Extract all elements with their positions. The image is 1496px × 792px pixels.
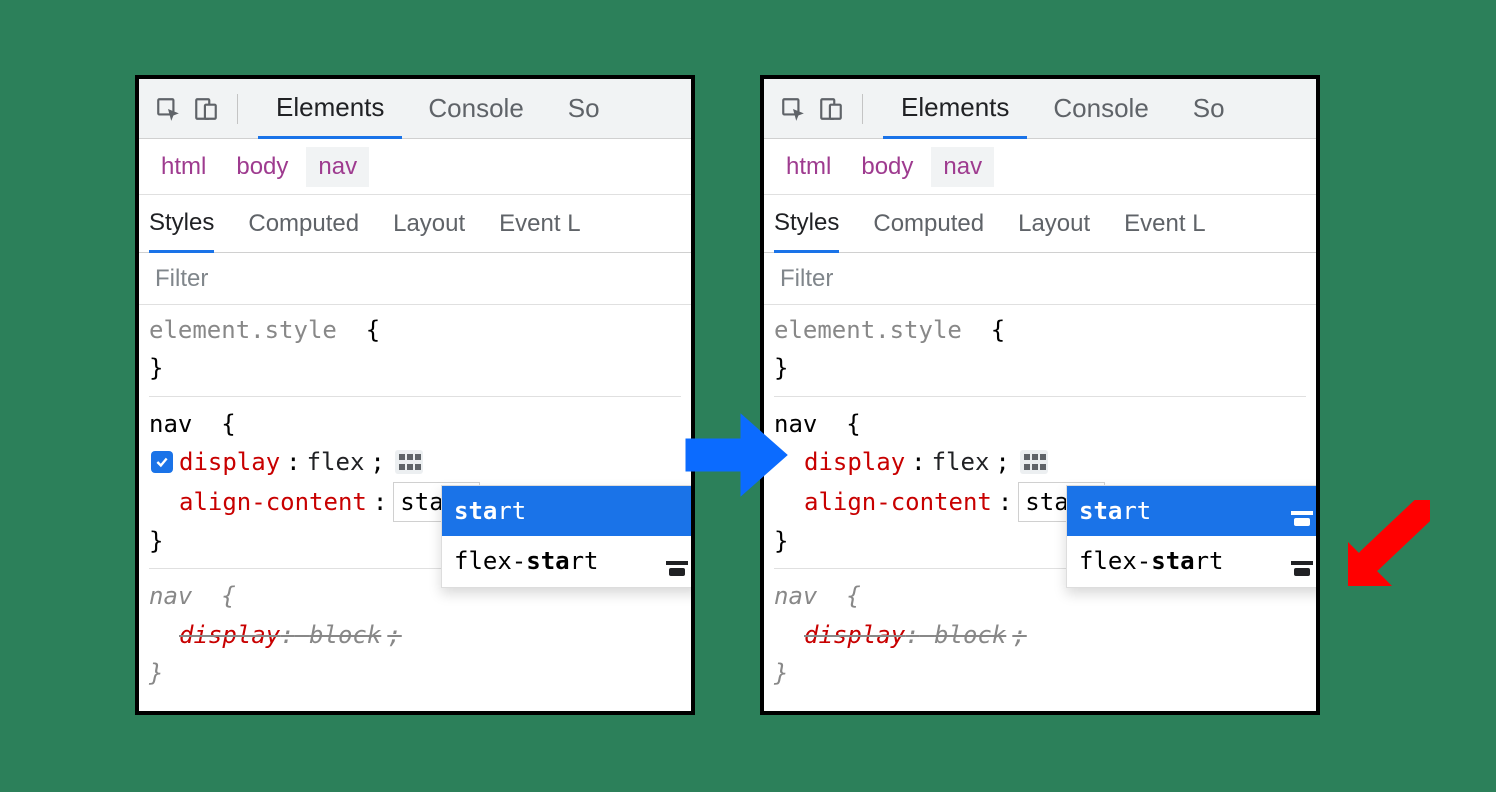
- crumb-html[interactable]: html: [774, 147, 843, 187]
- styles-subtabs: Styles Computed Layout Event L: [139, 195, 691, 253]
- crumb-nav[interactable]: nav: [306, 147, 369, 187]
- selector-element-style: element.style: [149, 316, 337, 344]
- inspect-icon[interactable]: [153, 94, 183, 124]
- autocomplete-option-start[interactable]: start: [1067, 486, 1320, 536]
- styles-filter-input[interactable]: [778, 264, 1302, 294]
- align-start-icon: [1291, 502, 1313, 520]
- autocomplete-popup: start flex-start: [1066, 485, 1320, 588]
- property-value: block: [309, 621, 381, 649]
- rule-nav[interactable]: nav { display: flex; align-content: star…: [149, 405, 681, 570]
- crumb-nav[interactable]: nav: [931, 147, 994, 187]
- property-checkbox[interactable]: [151, 451, 173, 473]
- selector-element-style: element.style: [774, 316, 962, 344]
- autocomplete-option-flex-start[interactable]: flex-start: [442, 536, 695, 586]
- subtab-computed[interactable]: Computed: [873, 195, 984, 252]
- property-value: block: [934, 621, 1006, 649]
- styles-rules: element.style { } nav { display: flex; a…: [764, 305, 1316, 715]
- property-name[interactable]: align-content: [179, 483, 367, 521]
- devtools-top-toolbar: Elements Console So: [139, 79, 691, 139]
- crumb-body[interactable]: body: [224, 147, 300, 187]
- inspect-icon[interactable]: [778, 94, 808, 124]
- subtab-event-listeners-truncated[interactable]: Event L: [1124, 195, 1205, 252]
- devtools-panel-before: Elements Console So html body nav Styles…: [135, 75, 695, 715]
- rule-nav-inherited[interactable]: nav { display: block; }: [774, 577, 1306, 700]
- tab-elements[interactable]: Elements: [883, 80, 1027, 139]
- open-brace: {: [366, 316, 380, 344]
- autocomplete-option-flex-start[interactable]: flex-start: [1067, 536, 1320, 586]
- close-brace: }: [149, 354, 163, 382]
- align-start-icon: [1291, 552, 1313, 570]
- styles-filter-row: [764, 253, 1316, 305]
- align-start-icon: [666, 552, 688, 570]
- styles-rules: element.style { } nav { display: flex; a…: [139, 305, 691, 715]
- styles-subtabs: Styles Computed Layout Event L: [764, 195, 1316, 253]
- tab-console[interactable]: Console: [1035, 79, 1166, 138]
- selector-nav: nav: [149, 410, 192, 438]
- tab-sources-truncated[interactable]: So: [1175, 79, 1243, 138]
- tab-sources-truncated[interactable]: So: [550, 79, 618, 138]
- transition-arrow-icon: [680, 400, 790, 510]
- subtab-layout[interactable]: Layout: [393, 195, 465, 252]
- devtools-panel-after: Elements Console So html body nav Styles…: [760, 75, 1320, 715]
- property-name: display: [179, 621, 280, 649]
- flex-editor-icon[interactable]: [1020, 450, 1048, 474]
- rule-nav-inherited[interactable]: nav { display: block; }: [149, 577, 681, 700]
- property-name[interactable]: align-content: [804, 483, 992, 521]
- device-toggle-icon[interactable]: [816, 94, 846, 124]
- property-value[interactable]: flex: [307, 443, 365, 481]
- rule-element-style[interactable]: element.style { }: [774, 311, 1306, 397]
- tab-console[interactable]: Console: [410, 79, 541, 138]
- prop-display-flex[interactable]: display: flex;: [149, 443, 681, 481]
- device-toggle-icon[interactable]: [191, 94, 221, 124]
- toolbar-separator: [237, 94, 238, 124]
- subtab-styles[interactable]: Styles: [149, 196, 214, 253]
- subtab-computed[interactable]: Computed: [248, 195, 359, 252]
- subtab-layout[interactable]: Layout: [1018, 195, 1090, 252]
- prop-display-block-overridden[interactable]: display: block;: [149, 616, 681, 654]
- styles-filter-input[interactable]: [153, 264, 677, 294]
- dom-breadcrumb: html body nav: [139, 139, 691, 195]
- property-name: display: [804, 621, 905, 649]
- annotation-arrow-icon: [1330, 500, 1430, 600]
- selector-nav-inherited: nav: [149, 582, 192, 610]
- crumb-body[interactable]: body: [849, 147, 925, 187]
- toolbar-separator: [862, 94, 863, 124]
- property-name[interactable]: display: [179, 443, 280, 481]
- subtab-styles[interactable]: Styles: [774, 196, 839, 253]
- property-name[interactable]: display: [804, 443, 905, 481]
- tab-elements[interactable]: Elements: [258, 80, 402, 139]
- autocomplete-option-start[interactable]: start: [442, 486, 695, 536]
- rule-element-style[interactable]: element.style { }: [149, 311, 681, 397]
- selector-nav-inherited: nav: [774, 582, 817, 610]
- devtools-top-toolbar: Elements Console So: [764, 79, 1316, 139]
- subtab-event-listeners-truncated[interactable]: Event L: [499, 195, 580, 252]
- dom-breadcrumb: html body nav: [764, 139, 1316, 195]
- styles-filter-row: [139, 253, 691, 305]
- rule-nav[interactable]: nav { display: flex; align-content: star…: [774, 405, 1306, 570]
- prop-display-flex[interactable]: display: flex;: [774, 443, 1306, 481]
- crumb-html[interactable]: html: [149, 147, 218, 187]
- flex-editor-icon[interactable]: [395, 450, 423, 474]
- autocomplete-popup: start flex-start: [441, 485, 695, 588]
- property-value[interactable]: flex: [932, 443, 990, 481]
- prop-display-block-overridden[interactable]: display: block;: [774, 616, 1306, 654]
